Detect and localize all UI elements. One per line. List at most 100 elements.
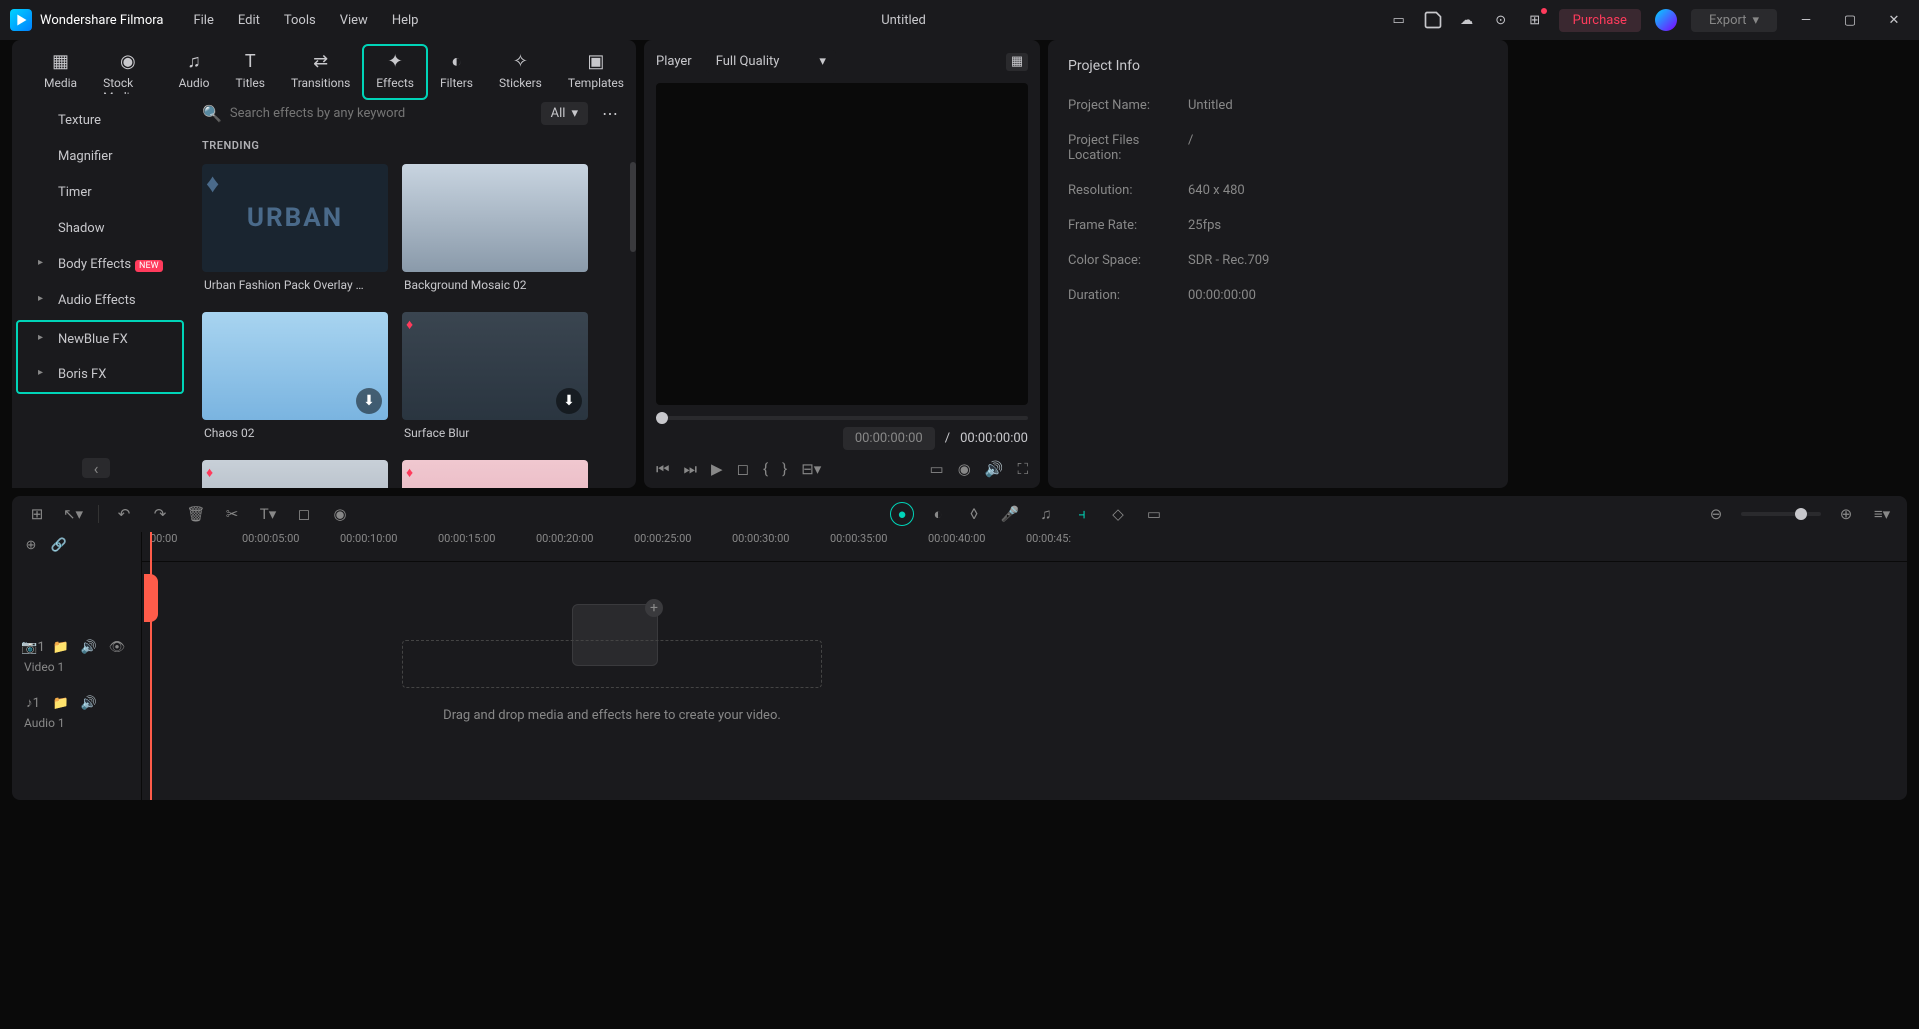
headset-icon[interactable]: ⊙ xyxy=(1491,10,1511,30)
menu-tools[interactable]: Tools xyxy=(284,13,316,28)
search-input[interactable] xyxy=(230,106,531,121)
effect-item[interactable]: ♦URBAN Urban Fashion Pack Overlay … xyxy=(202,164,388,298)
drop-zone[interactable] xyxy=(402,640,822,688)
undo-button[interactable]: ↶ xyxy=(113,503,135,525)
menu-view[interactable]: View xyxy=(340,13,368,28)
crop-button[interactable]: ◻ xyxy=(293,503,315,525)
effect-item[interactable]: Background Mosaic 02 xyxy=(402,164,588,298)
timeline-area[interactable]: 00:00 00:00:05:00 00:00:10:00 00:00:15:0… xyxy=(142,532,1907,800)
mute-icon[interactable]: 🔊 xyxy=(80,694,98,712)
camera-icon[interactable]: ◉ xyxy=(958,460,971,478)
text-button[interactable]: T▾ xyxy=(257,503,279,525)
ruler[interactable]: 00:00 00:00:05:00 00:00:10:00 00:00:15:0… xyxy=(142,532,1907,562)
next-frame-button[interactable]: ⏭ xyxy=(684,460,698,478)
effect-item[interactable]: ⬇ Chaos 02 xyxy=(202,312,388,446)
voiceover-button[interactable]: 🎤 xyxy=(999,503,1021,525)
menu-edit[interactable]: Edit xyxy=(238,13,260,28)
folder-icon[interactable]: 📁 xyxy=(52,638,70,656)
filter-dropdown[interactable]: All▾ xyxy=(541,102,588,125)
stop-button[interactable]: ◻ xyxy=(737,460,749,478)
fit-button[interactable]: ≡▾ xyxy=(1871,503,1893,525)
split-button[interactable]: ✂ xyxy=(221,503,243,525)
effect-item[interactable]: ♦⬇ Surface Blur xyxy=(402,312,588,446)
tab-templates[interactable]: ▣Templates xyxy=(556,46,636,98)
effect-item[interactable]: ♦ xyxy=(202,460,388,488)
display-mode-button[interactable]: ⊟▾ xyxy=(801,460,821,478)
folder-icon[interactable]: 📁 xyxy=(52,694,70,712)
proj-label: Frame Rate: xyxy=(1068,218,1188,233)
cat-newblue-fx[interactable]: NewBlue FX xyxy=(20,322,180,357)
play-button[interactable]: ▶ xyxy=(711,460,723,478)
link-button[interactable]: 🔗 xyxy=(50,536,68,554)
scrollbar[interactable] xyxy=(630,158,636,488)
maximize-button[interactable]: ▢ xyxy=(1835,13,1865,28)
zoom-slider[interactable] xyxy=(1741,512,1821,516)
chroma-button[interactable]: ⫞ xyxy=(1071,503,1093,525)
cursor-button[interactable]: ↖▾ xyxy=(62,503,84,525)
close-button[interactable]: ✕ xyxy=(1879,13,1909,28)
tab-titles[interactable]: TTitles xyxy=(223,46,276,98)
fullscreen-button[interactable]: ⛶ xyxy=(1017,460,1028,478)
tab-stickers[interactable]: ✧Stickers xyxy=(487,46,554,98)
marker-button[interactable]: ◊ xyxy=(963,503,985,525)
scrub-handle[interactable] xyxy=(656,412,668,424)
volume-button[interactable]: 🔊 xyxy=(985,460,1004,478)
avatar[interactable] xyxy=(1655,9,1677,31)
magnet-button[interactable]: ● xyxy=(891,503,913,525)
audio-mixer-button[interactable]: ♫ xyxy=(1035,503,1057,525)
cat-texture[interactable]: Texture xyxy=(20,103,180,138)
download-icon[interactable]: ⬇ xyxy=(556,388,582,414)
mark-in-button[interactable]: { xyxy=(763,460,768,478)
cat-boris-fx[interactable]: Boris FX xyxy=(20,357,180,392)
tab-effects[interactable]: ✦Effects xyxy=(364,46,426,98)
cloud-icon[interactable]: ☁ xyxy=(1457,10,1477,30)
scroll-thumb[interactable] xyxy=(630,162,636,252)
audio-track-head[interactable]: ♪1 📁 🔊 Audio 1 xyxy=(12,684,141,740)
speed-button[interactable]: ◐ xyxy=(927,503,949,525)
mute-icon[interactable]: 🔊 xyxy=(80,638,98,656)
aspect-button[interactable]: ▭ xyxy=(930,460,944,478)
cat-body-effects[interactable]: Body EffectsNEW xyxy=(20,247,180,282)
collapse-sidebar-button[interactable]: ‹ xyxy=(82,458,110,478)
cat-audio-effects[interactable]: Audio Effects xyxy=(20,283,180,318)
playhead[interactable] xyxy=(150,532,152,800)
more-button[interactable]: ⋯ xyxy=(598,104,622,123)
tab-audio[interactable]: ♫Audio xyxy=(167,46,222,98)
export-button[interactable]: Export ▾ xyxy=(1691,9,1777,32)
menu-file[interactable]: File xyxy=(193,13,213,28)
render-button[interactable]: ▭ xyxy=(1143,503,1165,525)
download-icon[interactable]: ⬇ xyxy=(356,388,382,414)
add-track-button[interactable]: ⊕ xyxy=(22,536,40,554)
tab-transitions[interactable]: ⇄Transitions xyxy=(279,46,362,98)
proj-value: Untitled xyxy=(1188,98,1233,113)
quality-dropdown[interactable]: Full Quality▾ xyxy=(706,50,836,73)
panel-button[interactable]: ⊞ xyxy=(26,503,48,525)
tab-media[interactable]: ▦Media xyxy=(32,46,89,98)
proj-value: 00:00:00:00 xyxy=(1188,288,1256,303)
cat-shadow[interactable]: Shadow xyxy=(20,211,180,246)
prev-frame-button[interactable]: ⏮ xyxy=(656,460,670,478)
mark-out-button[interactable]: } xyxy=(782,460,787,478)
video-track-head[interactable]: 📷1 📁 🔊 👁 Video 1 xyxy=(12,628,141,684)
monitor-icon[interactable]: ▭ xyxy=(1389,10,1409,30)
apps-icon[interactable]: ⊞ xyxy=(1525,10,1545,30)
redo-button[interactable]: ↷ xyxy=(149,503,171,525)
zoom-handle[interactable] xyxy=(1795,508,1807,520)
snapshot-button[interactable]: ▦ xyxy=(1006,53,1028,71)
zoom-out-button[interactable]: ⊖ xyxy=(1705,503,1727,525)
cat-timer[interactable]: Timer xyxy=(20,175,180,210)
minimize-button[interactable]: — xyxy=(1791,13,1821,28)
delete-button[interactable]: 🗑 xyxy=(185,503,207,525)
purchase-button[interactable]: Purchase xyxy=(1559,9,1641,32)
effect-item[interactable]: ♦ xyxy=(402,460,588,488)
tab-filters[interactable]: ◐Filters xyxy=(428,46,485,98)
cat-magnifier[interactable]: Magnifier xyxy=(20,139,180,174)
color-button[interactable]: ◉ xyxy=(329,503,351,525)
menu-help[interactable]: Help xyxy=(392,13,419,28)
keyframe-button[interactable]: ◇ xyxy=(1107,503,1129,525)
eye-icon[interactable]: 👁 xyxy=(108,638,126,656)
timeline-toolbar: ⊞ ↖▾ ↶ ↷ 🗑 ✂ T▾ ◻ ◉ ● ◐ ◊ 🎤 ♫ ⫞ ◇ ▭ ⊖ ⊕ … xyxy=(12,496,1907,532)
zoom-in-button[interactable]: ⊕ xyxy=(1835,503,1857,525)
new-badge: NEW xyxy=(135,260,163,272)
save-icon[interactable] xyxy=(1423,10,1443,30)
